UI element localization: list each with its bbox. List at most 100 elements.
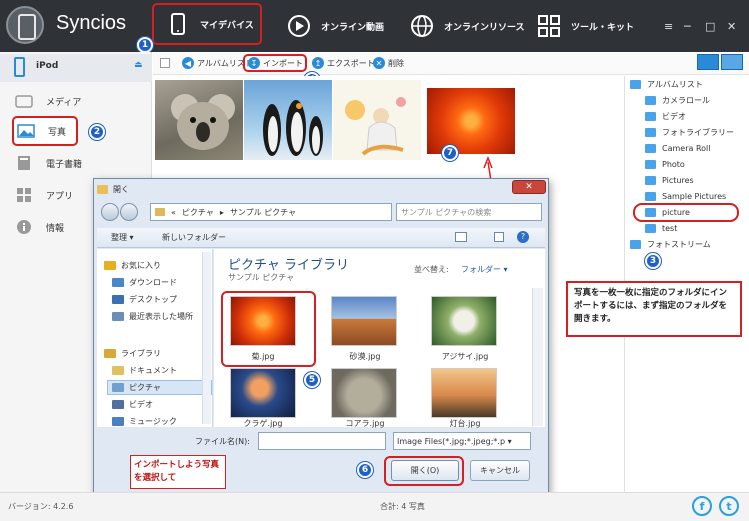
sidebar-item-label: 情報 bbox=[46, 223, 65, 234]
sidebar-item-photos[interactable]: 写真 bbox=[12, 116, 78, 146]
address-crumb[interactable]: サンプル ピクチャ bbox=[230, 207, 296, 218]
minimize-button[interactable]: ─ bbox=[684, 20, 691, 33]
nav-music[interactable]: ミュージック bbox=[112, 414, 177, 429]
star-icon bbox=[104, 261, 116, 270]
help-icon[interactable]: ? bbox=[517, 231, 529, 243]
tv-icon bbox=[14, 93, 34, 109]
file-thumb-hydrangea[interactable] bbox=[431, 296, 497, 346]
address-crumb[interactable]: ピクチャ bbox=[182, 207, 214, 218]
export-label: エクスポート bbox=[327, 58, 375, 68]
chrysanthemum-highlight bbox=[221, 291, 316, 367]
album-item[interactable]: ビデオ bbox=[645, 108, 749, 124]
photo-icon bbox=[16, 123, 36, 139]
facebook-icon[interactable]: f bbox=[692, 496, 712, 516]
preview-pane-icon[interactable] bbox=[494, 232, 504, 242]
album-label: Pictures bbox=[662, 175, 694, 185]
photo-thumb-illustration[interactable] bbox=[333, 80, 421, 160]
album-item[interactable]: Camera Roll bbox=[645, 140, 749, 156]
sort-dropdown[interactable]: フォルダー ▾ bbox=[461, 264, 508, 275]
select-photo-note: インポートしよう写真を選択して bbox=[130, 455, 226, 489]
view-icon[interactable] bbox=[455, 232, 467, 242]
album-label: フォトライブラリー bbox=[662, 127, 734, 137]
album-list-header[interactable]: アルバムリスト bbox=[630, 76, 749, 92]
organize-button[interactable]: 整理 ▾ bbox=[111, 232, 134, 243]
nav-recent[interactable]: 最近表示した場所 bbox=[112, 309, 193, 324]
video-icon bbox=[645, 111, 656, 121]
music-icon bbox=[112, 417, 124, 426]
book-icon bbox=[14, 155, 34, 171]
filename-label: ファイル名(N): bbox=[195, 437, 250, 446]
step-marker-1: 1 bbox=[137, 37, 153, 53]
device-row[interactable]: iPod ⏏ bbox=[0, 54, 152, 82]
dialog-title-bar: 開く bbox=[97, 181, 543, 197]
close-button[interactable]: ✕ bbox=[727, 20, 736, 33]
file-thumb-jellyfish[interactable] bbox=[230, 368, 296, 418]
grid-view-icon[interactable] bbox=[721, 54, 743, 70]
dialog-title: 開く bbox=[113, 184, 129, 194]
album-item[interactable]: カメラロール bbox=[645, 92, 749, 108]
open-button[interactable]: 開く(O) bbox=[391, 460, 459, 481]
import-button[interactable]: ↧ インポート bbox=[243, 54, 307, 72]
download-icon bbox=[112, 278, 124, 287]
tab-online-resources[interactable]: オンラインリソース bbox=[408, 0, 525, 52]
file-thumb-lighthouse[interactable] bbox=[431, 368, 497, 418]
photo-thumb-penguins[interactable] bbox=[244, 80, 332, 160]
file-scrollbar[interactable] bbox=[532, 288, 543, 426]
dialog-close-button[interactable]: ✕ bbox=[512, 180, 546, 194]
album-item[interactable]: Sample Pictures bbox=[645, 188, 749, 204]
address-bar[interactable]: « ピクチャ ▸ サンプル ピクチャ bbox=[150, 203, 392, 221]
twitter-icon[interactable]: t bbox=[719, 496, 739, 516]
nav-desktop[interactable]: デスクトップ bbox=[112, 292, 177, 307]
import-label: インポート bbox=[263, 58, 303, 68]
forward-nav-icon[interactable] bbox=[120, 203, 138, 221]
album-item[interactable]: フォトライブラリー bbox=[645, 124, 749, 140]
nav-pictures[interactable]: ピクチャ bbox=[107, 380, 212, 395]
select-all-checkbox[interactable] bbox=[160, 58, 170, 68]
album-item[interactable]: Photo bbox=[645, 156, 749, 172]
nav-favorites[interactable]: お気に入り bbox=[104, 258, 161, 273]
album-icon bbox=[645, 191, 656, 201]
eject-icon[interactable]: ⏏ bbox=[134, 60, 143, 70]
file-name: 砂漠.jpg bbox=[349, 352, 381, 361]
tab-online-video[interactable]: オンライン動画 bbox=[285, 0, 384, 52]
album-label: Sample Pictures bbox=[662, 191, 727, 201]
instruction-callout: 写真を一枚一枚に指定のフォルダにインポートするには、まず指定のフォルダを開きます… bbox=[566, 281, 742, 337]
tab-label: オンライン動画 bbox=[321, 22, 385, 33]
sidebar-item-label: 写真 bbox=[48, 127, 67, 138]
nav-label: ライブラリ bbox=[121, 349, 161, 358]
nav-documents[interactable]: ドキュメント bbox=[112, 363, 177, 378]
grid-icon bbox=[535, 12, 563, 40]
pictures-icon bbox=[112, 383, 124, 392]
file-thumb-koala[interactable] bbox=[331, 368, 397, 418]
delete-button[interactable]: ✕ 削除 bbox=[373, 57, 404, 69]
menu-button[interactable]: ≡ bbox=[664, 20, 673, 33]
step-marker-3: 3 bbox=[645, 253, 661, 269]
new-folder-button[interactable]: 新しいフォルダー bbox=[162, 232, 226, 243]
nav-libraries[interactable]: ライブラリ bbox=[104, 346, 161, 361]
nav-downloads[interactable]: ダウンロード bbox=[112, 275, 177, 290]
nav-scrollbar[interactable] bbox=[202, 252, 211, 424]
file-thumb-desert[interactable] bbox=[331, 296, 397, 346]
export-button[interactable]: ↥ エクスポート bbox=[312, 57, 375, 69]
filetype-select[interactable]: Image Files(*.jpg;*.jpeg;*.p ▾ bbox=[393, 432, 531, 450]
photo-stream-item[interactable]: フォトストリーム bbox=[630, 236, 749, 252]
photo-thumb-chrysanthemum[interactable] bbox=[427, 88, 515, 154]
folder-icon bbox=[630, 79, 641, 89]
back-nav-icon[interactable] bbox=[101, 203, 119, 221]
dialog-search-input[interactable]: サンプル ピクチャの検索 bbox=[396, 203, 542, 221]
desktop-icon bbox=[112, 295, 124, 304]
album-item[interactable]: test bbox=[645, 220, 749, 236]
sidebar-item-media[interactable]: メディア bbox=[14, 86, 154, 116]
sidebar-item-ebooks[interactable]: 電子書籍 bbox=[14, 148, 154, 178]
nav-label: ビデオ bbox=[129, 400, 153, 409]
nav-videos[interactable]: ビデオ bbox=[112, 397, 153, 412]
photo-thumb-koala[interactable] bbox=[155, 80, 243, 160]
tab-toolkit[interactable]: ツール・キット bbox=[535, 0, 634, 52]
maximize-button[interactable]: □ bbox=[705, 20, 715, 33]
filename-input[interactable] bbox=[258, 432, 386, 450]
tab-my-device[interactable]: マイデバイス bbox=[152, 3, 262, 45]
list-view-icon[interactable] bbox=[697, 54, 719, 70]
album-item[interactable]: Pictures bbox=[645, 172, 749, 188]
cancel-button[interactable]: キャンセル bbox=[470, 460, 530, 481]
nav-label: 最近表示した場所 bbox=[129, 312, 193, 321]
